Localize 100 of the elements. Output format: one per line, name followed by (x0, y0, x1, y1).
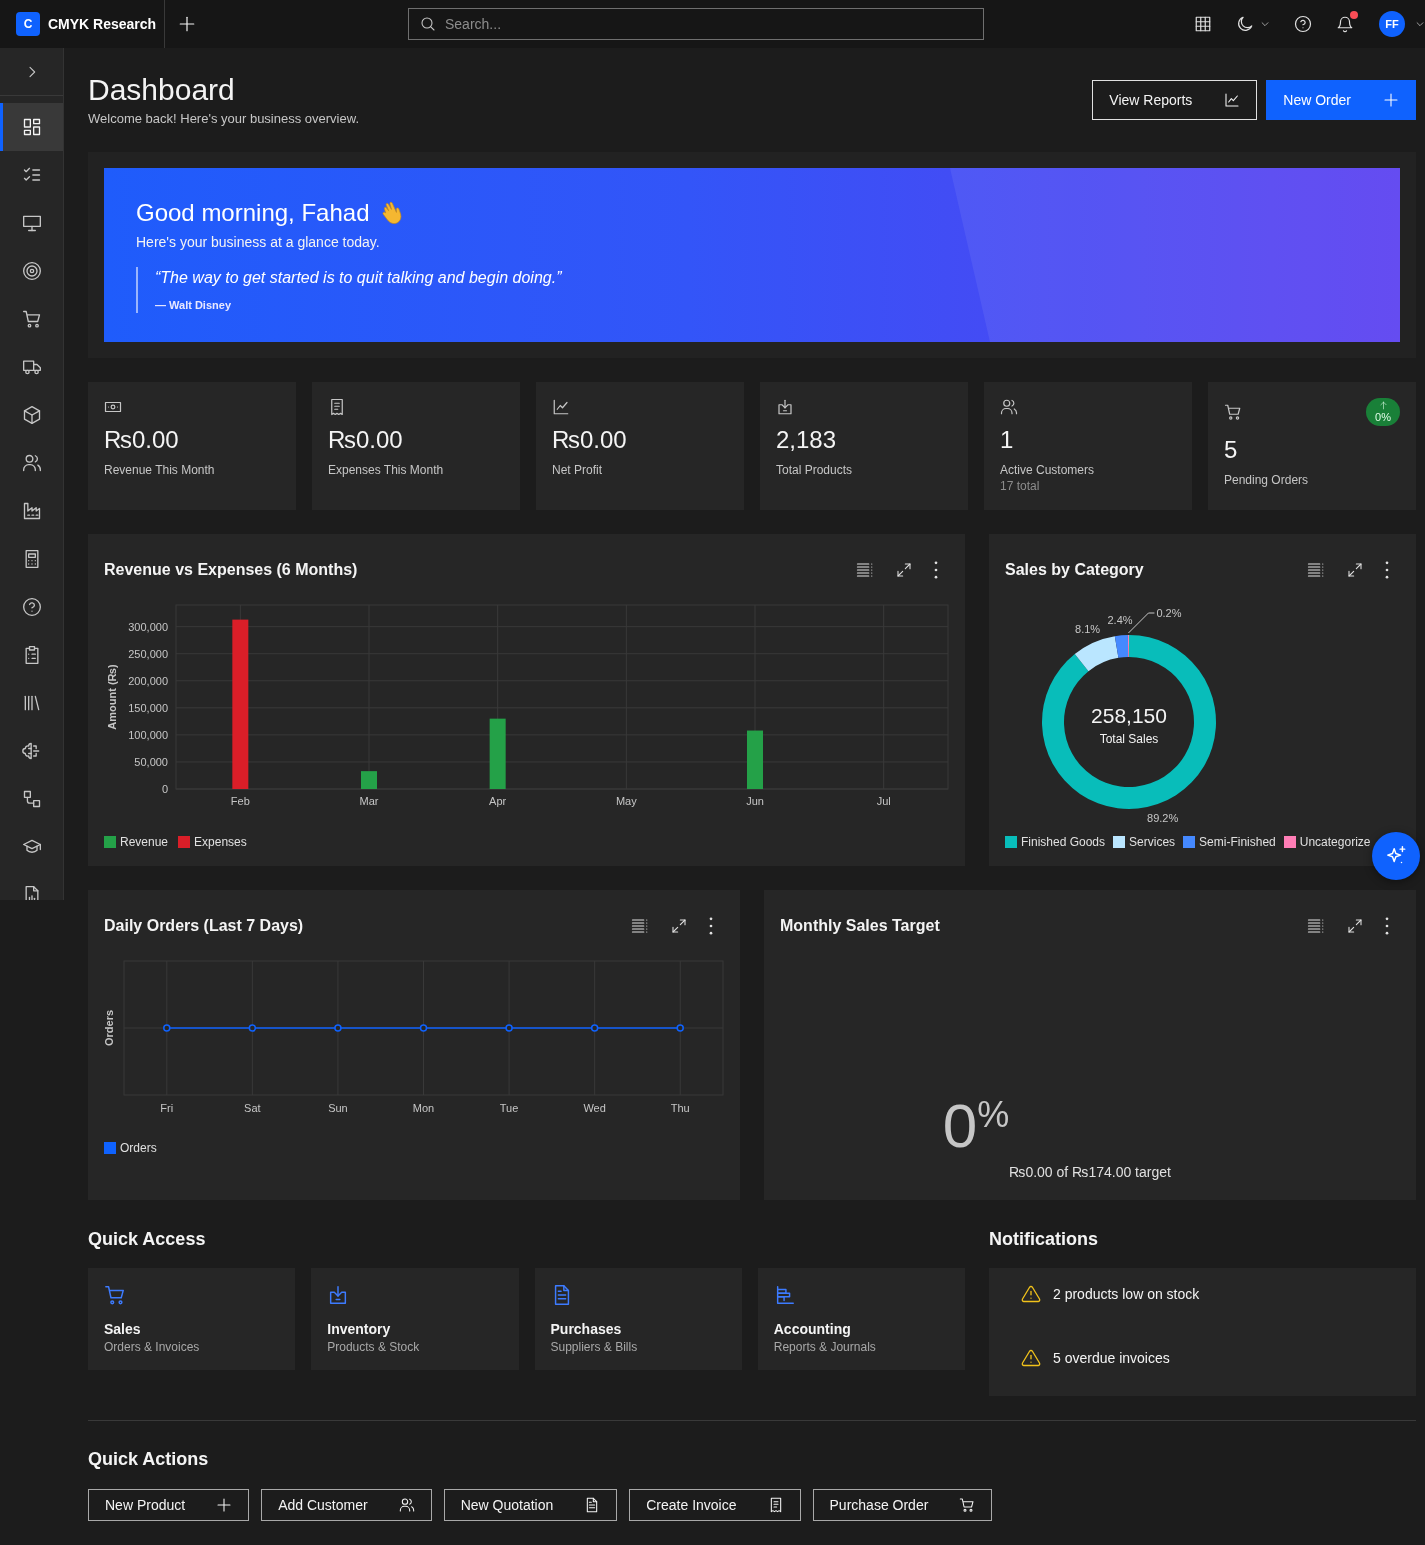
quick-access-subtitle: Reports & Journals (773, 1339, 876, 1355)
quick-access-title: Inventory (327, 1320, 391, 1338)
axis-label: Sat (244, 1102, 261, 1114)
axis-label: May (615, 795, 637, 807)
axis-label: Fri (160, 1102, 174, 1114)
users-icon (398, 1497, 415, 1513)
quick-access-card[interactable]: Inventory Products & Stock (311, 1268, 519, 1370)
app-name[interactable]: CMYK Research (48, 16, 157, 32)
axis-label: Wed (583, 1102, 606, 1114)
stat-label: Active Customers (1000, 462, 1096, 478)
plus-icon[interactable] (178, 15, 196, 33)
quick-access-title: Purchases (550, 1320, 622, 1338)
search-field[interactable]: Search... (408, 8, 984, 40)
menu-icon[interactable] (1307, 917, 1325, 935)
data-point (590, 1024, 599, 1032)
axis-label: Apr (489, 795, 507, 807)
moon-icon[interactable] (1236, 15, 1254, 33)
expand-icon[interactable] (896, 562, 912, 578)
line-chart-icon (1224, 92, 1241, 108)
quick-action-button[interactable]: Add Customer (261, 1489, 432, 1521)
legend-label[interactable]: Expenses (194, 834, 247, 850)
menu-icon[interactable] (631, 917, 649, 935)
axis-label: 250,000 (128, 647, 168, 660)
expand-icon[interactable] (1347, 562, 1363, 578)
quick-access-card[interactable]: Accounting Reports & Journals (757, 1268, 965, 1370)
arrow-up-icon (1378, 401, 1388, 410)
page-title: Dashboard (88, 72, 236, 108)
banner-subtitle: Here's your business at a glance today. (136, 233, 381, 251)
axis-label: 0 (161, 783, 168, 795)
bell-icon[interactable] (1336, 15, 1354, 33)
stat-value: 5 (1224, 435, 1239, 465)
stat-value: 2,183 (776, 425, 838, 455)
axis-label: Mar (359, 795, 379, 807)
view-reports-button[interactable]: View Reports (1092, 80, 1258, 120)
target-caption: ₨0.00 of ₨174.00 target (1009, 1163, 1171, 1182)
help-icon[interactable] (1294, 15, 1312, 33)
tray-download-icon (776, 398, 794, 416)
section-title: Quick Actions (88, 1448, 210, 1470)
stat-value: 1 (1000, 425, 1015, 455)
menu-icon[interactable] (856, 561, 874, 579)
section-title: Quick Access (88, 1228, 207, 1250)
warning-icon (1021, 1348, 1041, 1368)
bar (747, 730, 763, 789)
warning-icon (1021, 1284, 1041, 1304)
legend-label[interactable]: Uncategorize (1299, 834, 1371, 850)
sidebar-item[interactable] (0, 103, 63, 151)
quick-access-card[interactable]: Sales Orders & Invoices (88, 1268, 296, 1370)
target-icon (21, 261, 42, 281)
more-icon[interactable] (934, 561, 938, 579)
notification-text: 5 overdue invoices (1053, 1349, 1170, 1368)
new-order-button[interactable]: New Order (1266, 80, 1416, 120)
quick-access-subtitle: Orders & Invoices (104, 1339, 200, 1355)
grid-icon[interactable] (1194, 15, 1212, 33)
data-point (334, 1024, 342, 1032)
legend-label[interactable]: Services (1129, 834, 1176, 850)
axis-title: Amount (₨) (106, 664, 118, 730)
axis-title: Orders (103, 1009, 115, 1047)
stat-label: Revenue This Month (104, 462, 216, 478)
legend-label[interactable]: Orders (120, 1140, 157, 1156)
brain-icon (21, 741, 42, 761)
quick-action-button[interactable]: Create Invoice (629, 1489, 801, 1521)
quick-action-button[interactable]: New Quotation (443, 1489, 618, 1521)
axis-label: Jun (746, 795, 764, 807)
card-title: Revenue vs Expenses (6 Months) (104, 560, 358, 580)
quick-access-subtitle: Suppliers & Bills (550, 1339, 638, 1355)
users-icon (21, 453, 42, 473)
more-icon[interactable] (1385, 917, 1389, 935)
expand-icon[interactable] (671, 918, 687, 934)
menu-icon[interactable] (1307, 561, 1325, 579)
caret-icon[interactable] (1415, 19, 1425, 29)
ai-assistant-button[interactable] (1372, 832, 1420, 880)
stat-label: Expenses This Month (328, 462, 445, 478)
avatar[interactable]: FF (1379, 11, 1405, 37)
app-logo[interactable]: C (16, 12, 40, 36)
quick-action-button[interactable]: New Product (88, 1489, 250, 1521)
axis-label: Sun (328, 1102, 348, 1114)
caret-icon[interactable] (1260, 19, 1270, 29)
line-chart-icon (552, 398, 570, 416)
more-icon[interactable] (1385, 561, 1389, 579)
quick-access-card[interactable]: Purchases Suppliers & Bills (534, 1268, 742, 1370)
legend-label[interactable]: Finished Goods (1021, 834, 1106, 850)
expand-icon[interactable] (1347, 918, 1363, 934)
cart-icon (959, 1497, 976, 1513)
workflow-icon (21, 789, 42, 809)
quick-action-button[interactable]: Purchase Order (812, 1489, 993, 1521)
axis-label: 300,000 (128, 620, 168, 633)
stat-note: 17 total (1000, 478, 1041, 494)
quick-access-subtitle: Products & Stock (327, 1339, 420, 1355)
legend-label[interactable]: Semi-Finished (1199, 834, 1276, 850)
more-icon[interactable] (709, 917, 713, 935)
quote-text: “The way to get started is to quit talking and begin doing.” (155, 268, 563, 288)
help-icon (21, 597, 42, 617)
axis-label: 200,000 (128, 674, 168, 687)
card-title: Monthly Sales Target (780, 916, 940, 936)
legend-label[interactable]: Revenue (120, 834, 169, 850)
waving-hand-icon (381, 201, 404, 225)
data-point (505, 1024, 513, 1032)
total-label: Total Sales (1099, 732, 1159, 746)
axis-label: 100,000 (128, 728, 168, 741)
trend-value: 0% (1375, 411, 1391, 423)
